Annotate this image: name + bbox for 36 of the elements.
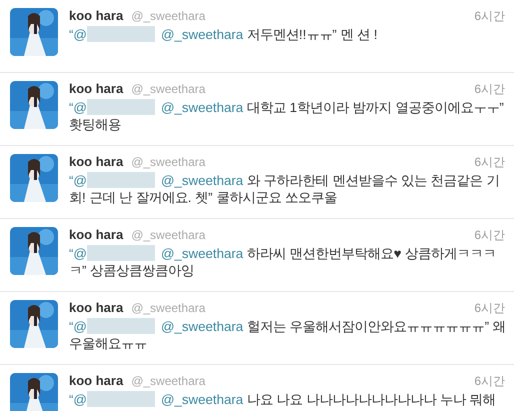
redacted-username xyxy=(86,99,155,115)
user-name[interactable]: koo hara xyxy=(69,154,124,169)
redacted-username xyxy=(86,318,155,334)
mention-link[interactable]: @_sweethara xyxy=(160,319,244,334)
tweet-text: “@ @_sweethara 저두멘션!!ㅠㅠ” 멘 션 ! xyxy=(69,26,378,43)
tweet-text: “@ @_sweethara 하라씨 맨션한번부탁해요♥ 상큼하게ㅋㅋㅋㅋ” 상콤상큼쌍큼아잉 xyxy=(69,245,498,279)
tweet-time[interactable]: 6시간 xyxy=(474,373,505,390)
tweet-text: “@ @_sweethara 대학교 1학년이라 밤까지 열공중이에요ㅜㅜ” 홧팅해용 xyxy=(69,99,505,133)
tweet-time[interactable]: 6시간 xyxy=(474,81,505,98)
tweet-time[interactable]: 6시간 xyxy=(474,300,505,317)
user-handle: @_sweethara xyxy=(131,82,206,96)
user-name[interactable]: koo hara xyxy=(69,227,124,242)
redacted-username xyxy=(86,26,155,42)
tweet-text: “@ @_sweethara 나요 나요 나나나나나나나나나나 누나 뭐해 xyxy=(69,391,497,408)
user-name[interactable]: koo hara xyxy=(69,373,124,388)
redacted-username xyxy=(86,172,155,188)
mention-link[interactable]: @_sweethara xyxy=(160,246,244,261)
tweet-time[interactable]: 6시간 xyxy=(474,8,505,25)
user-name[interactable]: koo hara xyxy=(69,8,124,23)
tweet-text: “@ @_sweethara 와 구하라한테 멘션받을수 있는 천금같은 기회! 근데 난 잘꺼에요. 쳇” 쿨하시군요 쏘오쿠울 xyxy=(69,172,500,206)
user-handle: @_sweethara xyxy=(131,374,206,388)
user-handle: @_sweethara xyxy=(131,301,206,315)
redacted-username xyxy=(86,245,155,261)
tweet-time[interactable]: 6시간 xyxy=(474,154,505,171)
user-handle: @_sweethara xyxy=(131,155,206,169)
mention-link[interactable]: @_sweethara xyxy=(160,173,244,188)
tweet-text: “@ @_sweethara 헐저는 우울해서잠이안와요ㅠㅠㅠㅠㅠㅠ” 왜우울해요ㅠㅠ xyxy=(69,318,507,352)
redacted-username xyxy=(86,391,155,407)
mention-link[interactable]: @_sweethara xyxy=(160,392,244,407)
mention-link[interactable]: @_sweethara xyxy=(160,100,244,115)
mention-link[interactable]: @_sweethara xyxy=(160,27,244,42)
user-handle: @_sweethara xyxy=(131,9,206,23)
user-handle: @_sweethara xyxy=(131,228,206,242)
user-name[interactable]: koo hara xyxy=(69,300,124,315)
tweet-time[interactable]: 6시간 xyxy=(474,227,505,244)
user-name[interactable]: koo hara xyxy=(69,81,124,96)
